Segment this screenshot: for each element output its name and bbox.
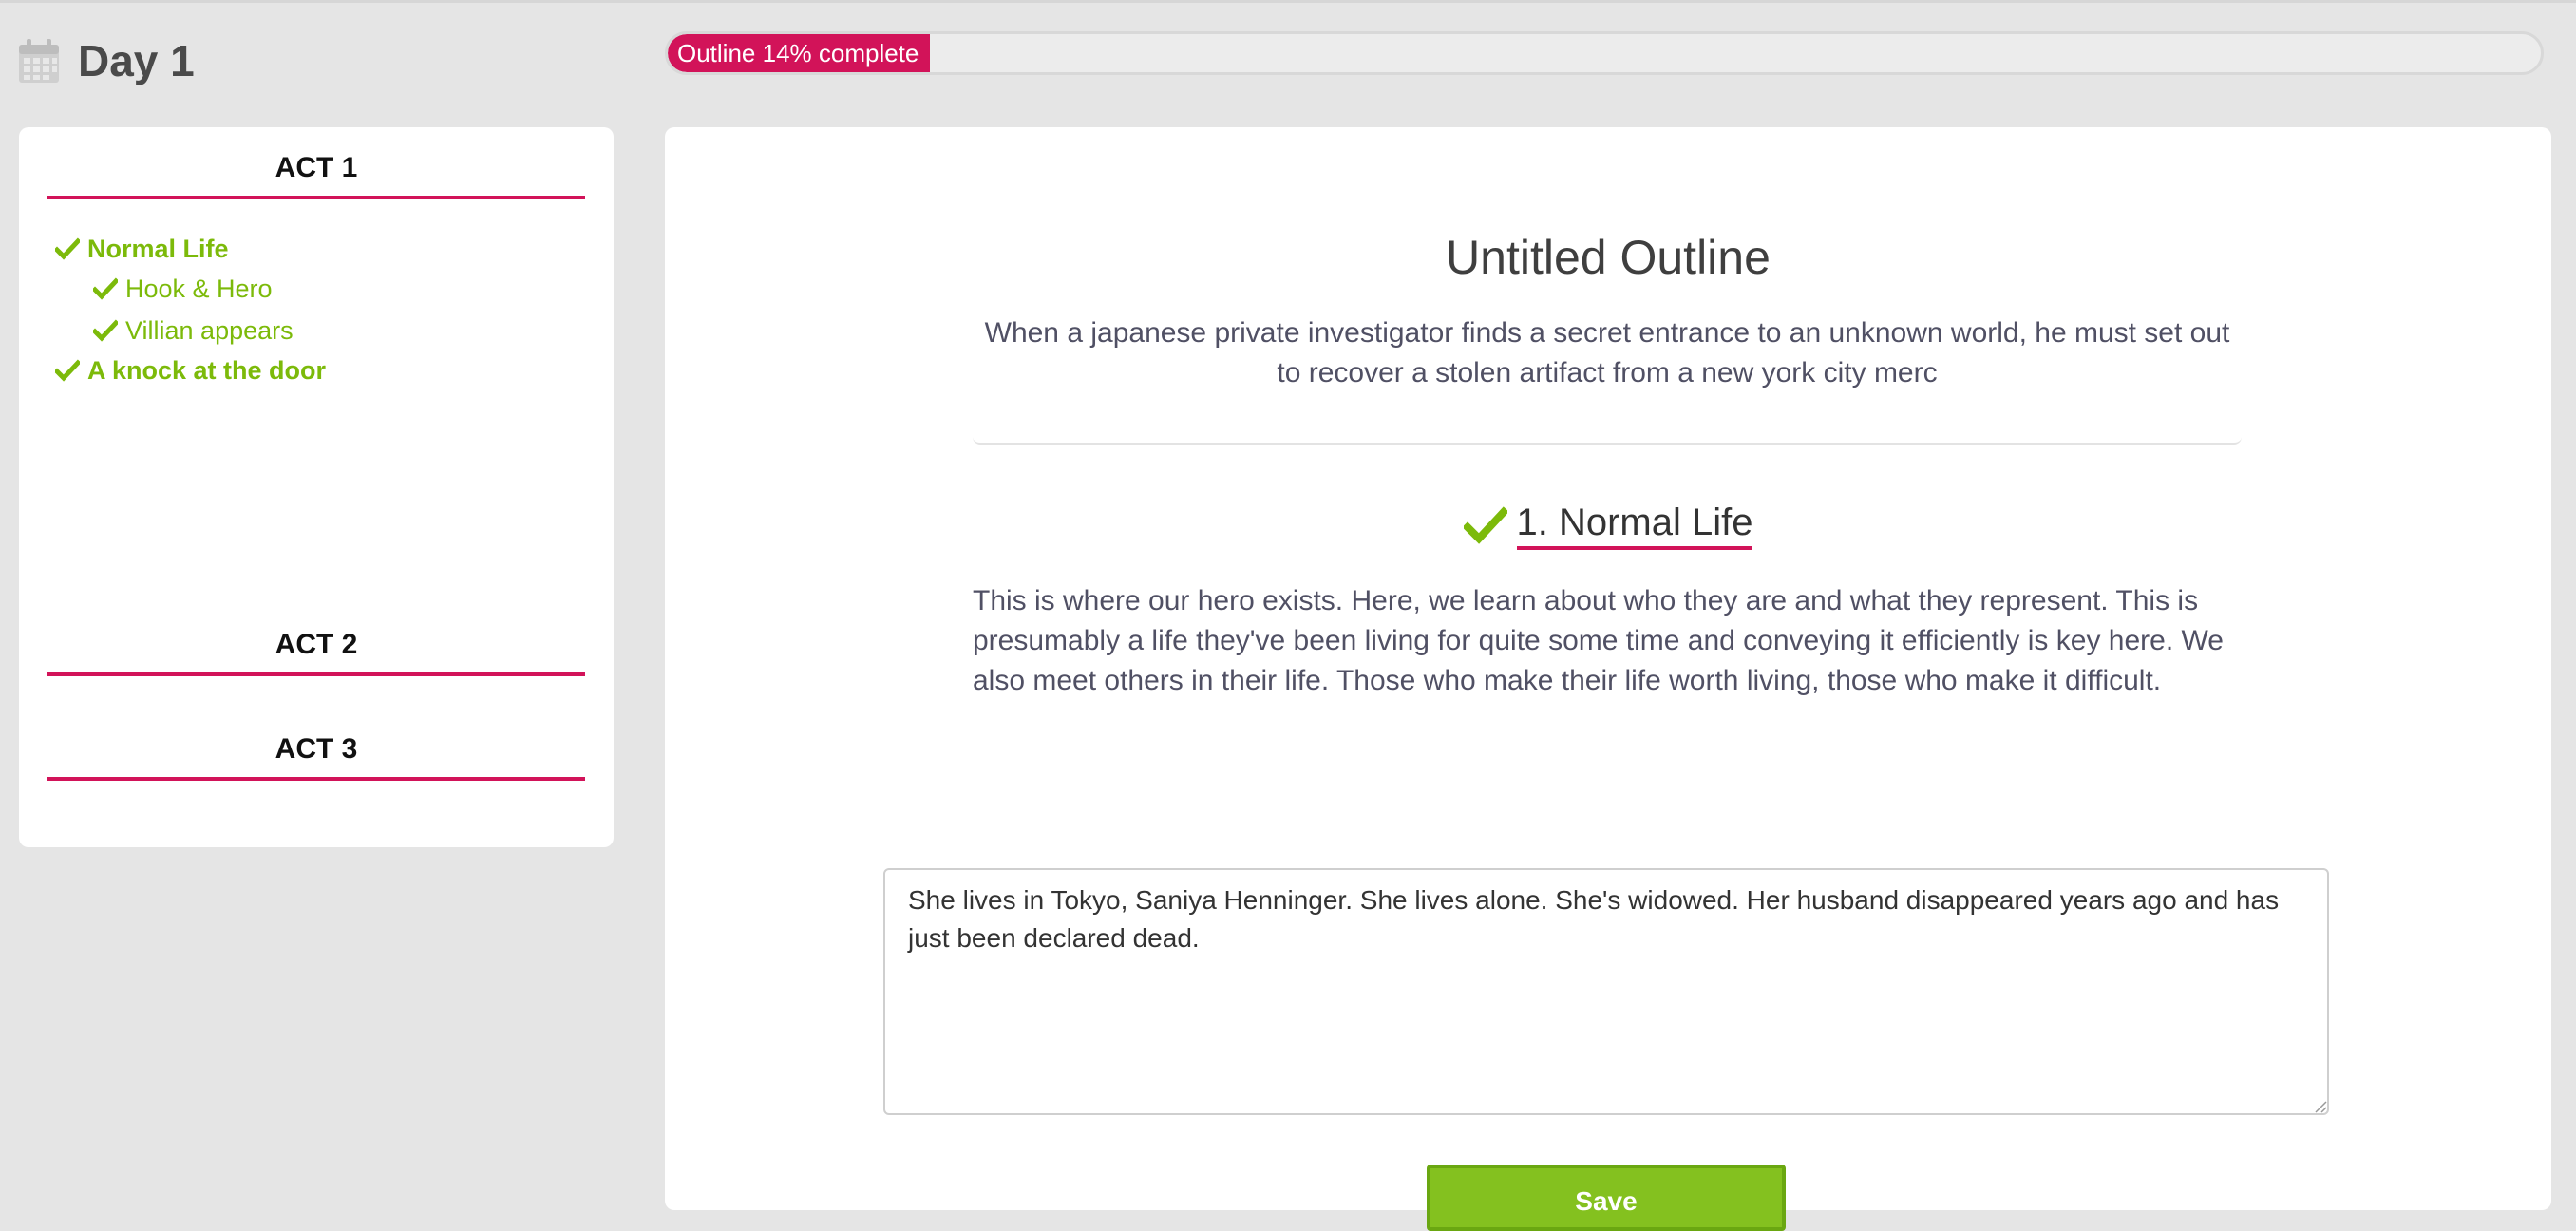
beat-item-a-knock-at-the-door[interactable]: A knock at the door — [55, 351, 326, 389]
act-2-section: ACT 2 — [47, 629, 585, 676]
act-2-title[interactable]: ACT 2 — [47, 629, 585, 676]
checkmark-icon — [93, 277, 118, 300]
beat-label: A knock at the door — [87, 355, 327, 385]
checkmark-icon — [1463, 505, 1507, 544]
progress-label: Outline 14% complete — [677, 38, 919, 67]
outline-progress-bar: Outline 14% complete — [665, 31, 2544, 75]
act-1-section: ACT 1 — [47, 152, 585, 199]
act-3-section: ACT 3 — [47, 733, 585, 781]
beat-description: This is where our hero exists. Here, we … — [973, 585, 2224, 696]
outline-premise: When a japanese private investigator fin… — [984, 317, 2230, 388]
page-header: Day 1 — [17, 30, 195, 91]
checkmark-icon — [55, 237, 80, 260]
act-1-beat-list: Normal Life Hook & Hero Villian appears … — [55, 230, 326, 389]
beat-label: Villian appears — [125, 315, 294, 345]
act-3-title[interactable]: ACT 3 — [47, 733, 585, 781]
day-title: Day 1 — [78, 36, 195, 85]
act-1-title[interactable]: ACT 1 — [47, 152, 585, 199]
beat-heading: 1. Normal Life — [665, 502, 2551, 550]
divider — [973, 437, 2242, 445]
acts-sidebar: ACT 1 Normal Life Hook & Hero Villian ap… — [19, 127, 614, 847]
beat-notes-textarea[interactable]: She lives in Tokyo, Saniya Henninger. Sh… — [883, 868, 2329, 1115]
calendar-icon — [19, 39, 59, 83]
resize-handle-icon[interactable] — [2312, 1098, 2327, 1113]
save-button[interactable]: Save — [1427, 1165, 1786, 1231]
outline-title: Untitled Outline — [1446, 231, 1771, 284]
top-border — [0, 0, 2576, 3]
checkmark-icon — [55, 359, 80, 382]
beat-heading-title: 1. Normal Life — [1516, 502, 1753, 550]
checkmark-icon — [93, 319, 118, 342]
outline-editor-card: Untitled Outline When a japanese private… — [665, 127, 2551, 1231]
beat-label: Normal Life — [87, 234, 229, 263]
beat-item-villian-appears[interactable]: Villian appears — [55, 310, 326, 351]
beat-label: Hook & Hero — [125, 274, 273, 303]
beat-item-normal-life[interactable]: Normal Life — [55, 230, 326, 268]
beat-item-hook-and-hero[interactable]: Hook & Hero — [55, 268, 326, 310]
progress-fill: Outline 14% complete — [668, 34, 931, 72]
